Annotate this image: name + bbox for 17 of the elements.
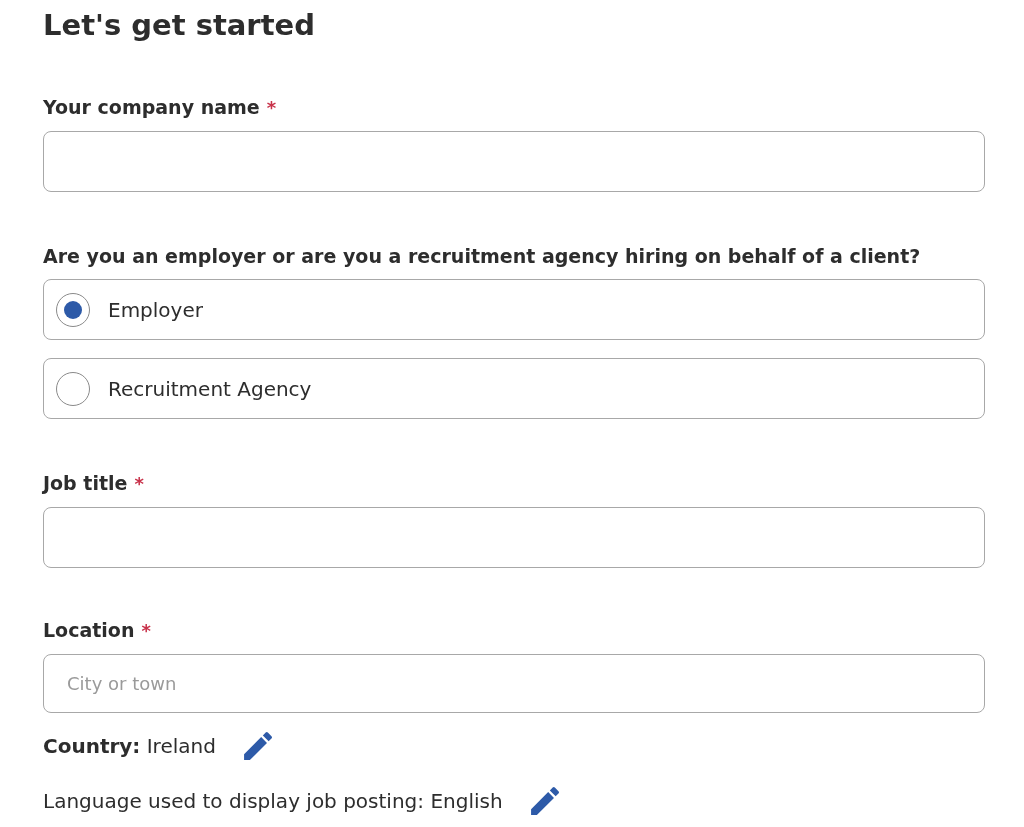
- field-label: Your company name: [43, 95, 260, 119]
- radio-option[interactable]: Employer: [43, 279, 985, 340]
- radio-option[interactable]: Recruitment Agency: [43, 358, 985, 419]
- page-heading: Let's get started: [43, 7, 316, 43]
- text-field[interactable]: City or town: [43, 654, 985, 713]
- field-label: Job title: [43, 471, 128, 495]
- edit-icon[interactable]: [243, 732, 272, 760]
- required-mark: *: [134, 472, 144, 496]
- edit-icon[interactable]: [530, 787, 559, 815]
- text-field[interactable]: [43, 131, 985, 192]
- required-mark: *: [141, 619, 151, 643]
- required-mark: *: [266, 96, 277, 120]
- text-field[interactable]: [43, 507, 985, 568]
- detail-text: Language used to display job posting: English: [43, 789, 503, 813]
- detail-text: Country: Ireland: [43, 734, 216, 758]
- field-label: Location: [43, 618, 135, 642]
- field-label: Are you an employer or are you a recruitment agency hiring on behalf of a client?: [43, 244, 921, 268]
